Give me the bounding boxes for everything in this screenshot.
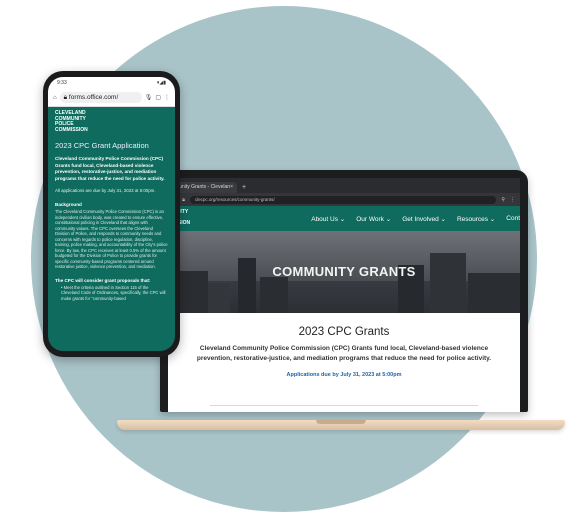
form-intro: Cleveland Community Police Commission (C…	[55, 156, 165, 181]
due-note: All applications are due by July 31, 202…	[55, 188, 156, 193]
phone-screen: 9:33 ▾◢▮ ⌂ 🔒︎ forms.office.com/ 🎙︎ ▢ ⋮ C…	[48, 77, 175, 351]
nav-contact[interactable]: Cont	[506, 215, 520, 223]
browser-tab[interactable]: munity Grants - Clevelan ×	[171, 182, 237, 193]
new-tab-button[interactable]: +	[242, 182, 246, 193]
criteria-bullet: • Meet the criteria outlined in Section …	[61, 284, 166, 301]
microphone-icon[interactable]: 🎙︎	[145, 94, 153, 101]
url-field[interactable]: clecpc.org/resources/community-grants/	[189, 195, 497, 204]
status-time: 9:33	[57, 80, 67, 86]
background-title: Background	[55, 202, 82, 207]
mobile-url-field[interactable]: 🔒︎ forms.office.com/	[59, 92, 142, 103]
consider-title: The CPC will consider grant proposals th…	[55, 277, 151, 283]
hero-banner: COMMUNITY GRANTS	[168, 231, 520, 313]
tabs-icon[interactable]: ▢	[155, 94, 161, 101]
browser-tab-bar: munity Grants - Clevelan × +	[168, 178, 520, 193]
menu-dots-icon[interactable]: ⋮	[164, 94, 170, 101]
laptop-notch	[316, 420, 366, 424]
laptop-screen: munity Grants - Clevelan × + ⟳ 🔒︎ clecpc…	[168, 178, 520, 412]
hero-title: COMMUNITY GRANTS	[272, 264, 416, 279]
divider	[210, 405, 478, 406]
page-content: 2023 CPC Grants Cleveland Community Poli…	[168, 326, 520, 378]
search-icon[interactable]: ⚲	[501, 197, 505, 203]
nav-get-involved[interactable]: Get Involved ⌄	[402, 215, 446, 223]
nav-resources[interactable]: Resources ⌄	[457, 215, 495, 223]
applications-due-link[interactable]: Applications due by July 31, 2023 at 5:0…	[190, 372, 498, 378]
status-bar: 9:33 ▾◢▮	[48, 77, 175, 89]
form-logo: CLEVELAND COMMUNITY POLICE COMMISSION	[55, 110, 88, 133]
tab-title: munity Grants - Clevelan	[175, 184, 231, 190]
form-body: CLEVELAND COMMUNITY POLICE COMMISSION 20…	[48, 107, 175, 305]
lock-icon: 🔒︎	[63, 94, 68, 101]
site-nav: MUNITY LICE MISSION About Us ⌄ Our Work …	[168, 206, 520, 231]
grant-description: Cleveland Community Police Commission (C…	[196, 345, 492, 362]
nav-our-work[interactable]: Our Work ⌄	[356, 215, 391, 223]
laptop: munity Grants - Clevelan × + ⟳ 🔒︎ clecpc…	[160, 170, 528, 412]
page-heading: 2023 CPC Grants	[298, 326, 390, 338]
menu-dots-icon[interactable]: ⋮	[510, 197, 515, 203]
signal-battery-icon: ▾◢▮	[156, 80, 166, 86]
address-bar: ⟳ 🔒︎ clecpc.org/resources/community-gran…	[168, 193, 520, 206]
nav-menu: About Us ⌄ Our Work ⌄ Get Involved ⌄ Res…	[311, 215, 520, 223]
home-icon[interactable]: ⌂	[53, 95, 57, 101]
nav-about-us[interactable]: About Us ⌄	[311, 215, 345, 223]
tab-close-icon[interactable]: ×	[230, 182, 233, 193]
lock-icon: 🔒︎	[182, 196, 185, 203]
mobile-address-bar: ⌂ 🔒︎ forms.office.com/ 🎙︎ ▢ ⋮	[48, 89, 175, 107]
phone: 9:33 ▾◢▮ ⌂ 🔒︎ forms.office.com/ 🎙︎ ▢ ⋮ C…	[43, 71, 180, 357]
background-text: The Cleveland Community Police Commissio…	[55, 209, 168, 269]
form-title: 2023 CPC Grant Application	[55, 141, 149, 151]
